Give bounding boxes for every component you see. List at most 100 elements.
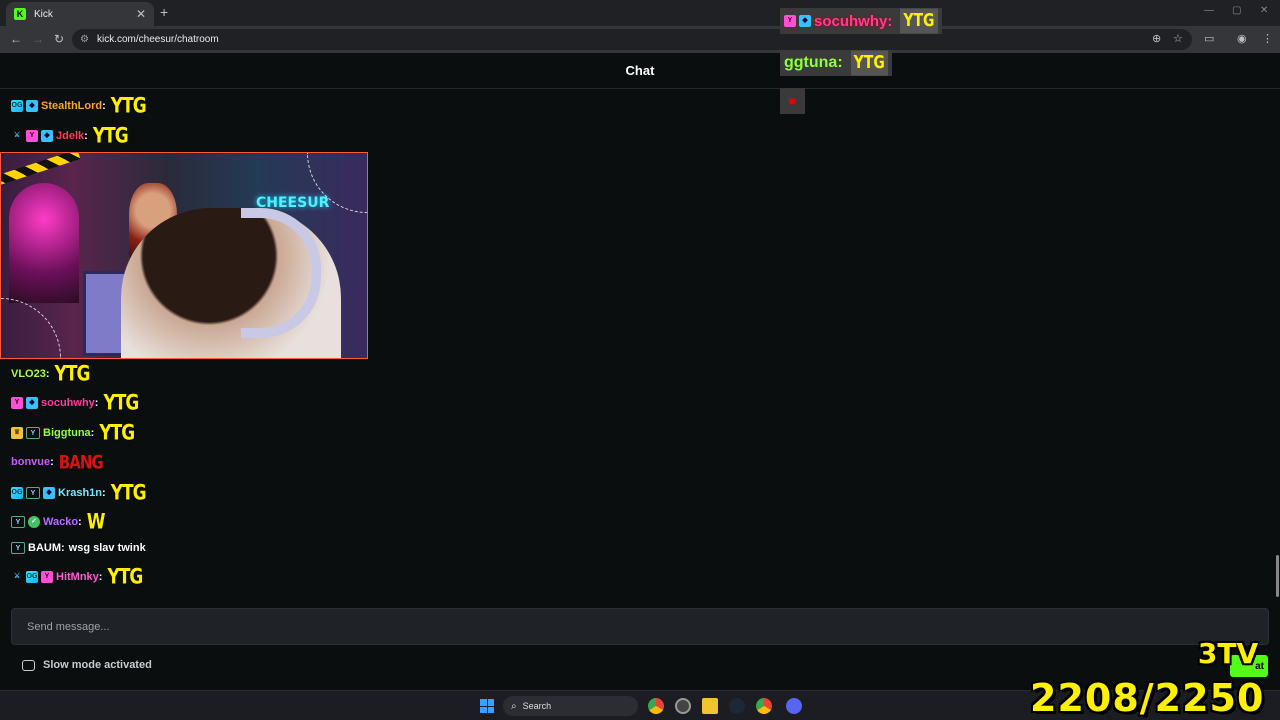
- overlay-red-emote: ■: [780, 88, 805, 114]
- emote: YTG: [99, 420, 135, 446]
- browser-tab[interactable]: K Kick ✕: [6, 2, 154, 26]
- spiderweb-icon: [1, 298, 61, 358]
- username[interactable]: StealthLord: [41, 100, 102, 112]
- overlay-username: socuhwhy:: [814, 12, 893, 30]
- emote: YTG: [107, 564, 143, 590]
- chat-message: ♛ Y Biggtuna: YTG: [11, 420, 135, 446]
- overlay-emote: YTG: [850, 50, 888, 76]
- overlay-chat-line: Y ◆ socuhwhy: YTG: [780, 8, 942, 34]
- close-tab-icon[interactable]: ✕: [136, 7, 146, 21]
- overlay-emote: YTG: [900, 8, 938, 34]
- obs-icon[interactable]: [675, 698, 691, 714]
- reload-icon[interactable]: ↻: [54, 32, 64, 46]
- close-window-icon[interactable]: ✕: [1260, 5, 1268, 16]
- message-input[interactable]: Send message...: [11, 608, 1269, 645]
- chat-message: Y ◆ socuhwhy: YTG: [11, 390, 139, 416]
- emote: W: [86, 509, 106, 535]
- gift-badge-icon: ◆: [799, 15, 811, 27]
- menu-icon[interactable]: ⋮: [1262, 32, 1273, 45]
- ytg-badge-icon: Y: [11, 516, 25, 528]
- taskbar-search-label: Search: [522, 701, 552, 711]
- chat-message: OG ◆ StealthLord: YTG: [11, 93, 147, 119]
- goal-counter: 2208/2250: [1030, 676, 1265, 720]
- browser-tabbar: K Kick ✕ + — ▢ ✕: [0, 0, 1280, 26]
- red-emote-icon: ■: [788, 94, 797, 108]
- username[interactable]: Krash1n: [58, 487, 102, 499]
- address-bar-row: ← → ↻ ⚙ kick.com/cheesur/chatroom ⊕ ☆ ▭ …: [0, 26, 1280, 53]
- username[interactable]: Wacko: [43, 516, 78, 528]
- caution-tape: [1, 153, 81, 187]
- search-icon: ⌕: [511, 700, 517, 712]
- subscriber-badge-icon: Y: [26, 130, 38, 142]
- slow-mode-text: Slow mode activated: [43, 659, 152, 671]
- ytg-badge-icon: Y: [26, 427, 40, 439]
- emote: YTG: [110, 480, 147, 506]
- 3tv-logo: 3TV: [1197, 636, 1259, 670]
- username[interactable]: Biggtuna: [43, 427, 91, 439]
- zoom-icon[interactable]: ⊕: [1152, 32, 1161, 45]
- gift-badge-icon: ◆: [26, 100, 38, 112]
- overlay-chat-line: ggtuna: YTG: [780, 50, 892, 76]
- chat-scrollbar[interactable]: [1276, 555, 1279, 597]
- minimize-icon[interactable]: —: [1204, 5, 1214, 16]
- og-badge-icon: OG: [11, 100, 23, 112]
- url-field[interactable]: ⚙ kick.com/cheesur/chatroom: [72, 29, 1192, 50]
- back-icon[interactable]: ←: [10, 32, 22, 46]
- chat-message: OG Y ◆ Krash1n: YTG: [11, 480, 147, 506]
- username[interactable]: VLO23: [11, 368, 46, 380]
- forward-icon[interactable]: →: [32, 32, 44, 46]
- ytg-badge-icon: Y: [26, 487, 40, 499]
- username[interactable]: BAUM: [28, 542, 61, 554]
- emote: BANG: [58, 450, 104, 474]
- bookmark-star-icon[interactable]: ☆: [1173, 32, 1183, 45]
- emote: YTG: [103, 390, 139, 416]
- subscriber-badge-icon: Y: [11, 397, 23, 409]
- slow-mode-notice: Slow mode activated: [22, 659, 152, 671]
- sword-badge-icon: ⚔: [13, 132, 21, 139]
- discord-icon[interactable]: [786, 698, 802, 714]
- steam-icon[interactable]: [729, 698, 745, 714]
- username[interactable]: socuhwhy: [41, 397, 95, 409]
- subscriber-badge-icon: Y: [41, 571, 53, 583]
- new-tab-button[interactable]: +: [160, 4, 168, 20]
- emote: YTG: [54, 361, 91, 387]
- gift-badge-icon: ◆: [26, 397, 38, 409]
- sword-badge-icon: ⚔: [13, 573, 21, 580]
- chat-message: bonvue: BANG: [11, 450, 104, 474]
- file-explorer-icon[interactable]: [702, 698, 718, 714]
- overlay-username: ggtuna:: [784, 54, 843, 71]
- windows-start-icon[interactable]: [480, 699, 494, 713]
- og-badge-icon: OG: [26, 571, 38, 583]
- taskbar-search[interactable]: ⌕ Search: [503, 696, 638, 716]
- slow-mode-icon: [22, 659, 35, 671]
- username[interactable]: bonvue: [11, 456, 50, 468]
- subscriber-badge-icon: Y: [784, 15, 796, 27]
- username[interactable]: HitMnky: [56, 571, 99, 583]
- verified-badge-icon: ✓: [28, 516, 40, 528]
- ytg-badge-icon: Y: [11, 542, 25, 554]
- chat-title: Chat: [625, 63, 655, 78]
- username[interactable]: Jdelk: [56, 130, 84, 142]
- chat-message: ⚔ OG Y HitMnky: YTG: [11, 564, 143, 590]
- site-info-icon[interactable]: ⚙: [80, 34, 89, 45]
- chrome-alt-icon[interactable]: [756, 698, 772, 714]
- og-badge-icon: OG: [11, 487, 23, 499]
- neon-arch: [9, 183, 79, 303]
- maximize-icon[interactable]: ▢: [1232, 5, 1241, 16]
- url-text: kick.com/cheesur/chatroom: [96, 34, 219, 45]
- profile-icon[interactable]: ◉: [1237, 32, 1247, 45]
- chat-header: Chat: [0, 53, 1280, 89]
- stream-webcam-image: CHEESUR: [0, 152, 368, 359]
- message-text: wsg slav twink: [68, 542, 146, 554]
- kick-favicon-icon: K: [14, 8, 26, 20]
- chat-message: VLO23: YTG: [11, 361, 91, 387]
- chrome-icon[interactable]: [648, 698, 664, 714]
- crown-badge-icon: ♛: [11, 427, 23, 439]
- chat-message: Y ✓ Wacko: W: [11, 509, 106, 535]
- emote: YTG: [92, 123, 129, 149]
- gift-badge-icon: ◆: [43, 487, 55, 499]
- gift-badge-icon: ◆: [41, 130, 53, 142]
- emote: YTG: [110, 93, 147, 119]
- message-placeholder: Send message...: [27, 620, 110, 633]
- sidepanel-icon[interactable]: ▭: [1204, 32, 1214, 45]
